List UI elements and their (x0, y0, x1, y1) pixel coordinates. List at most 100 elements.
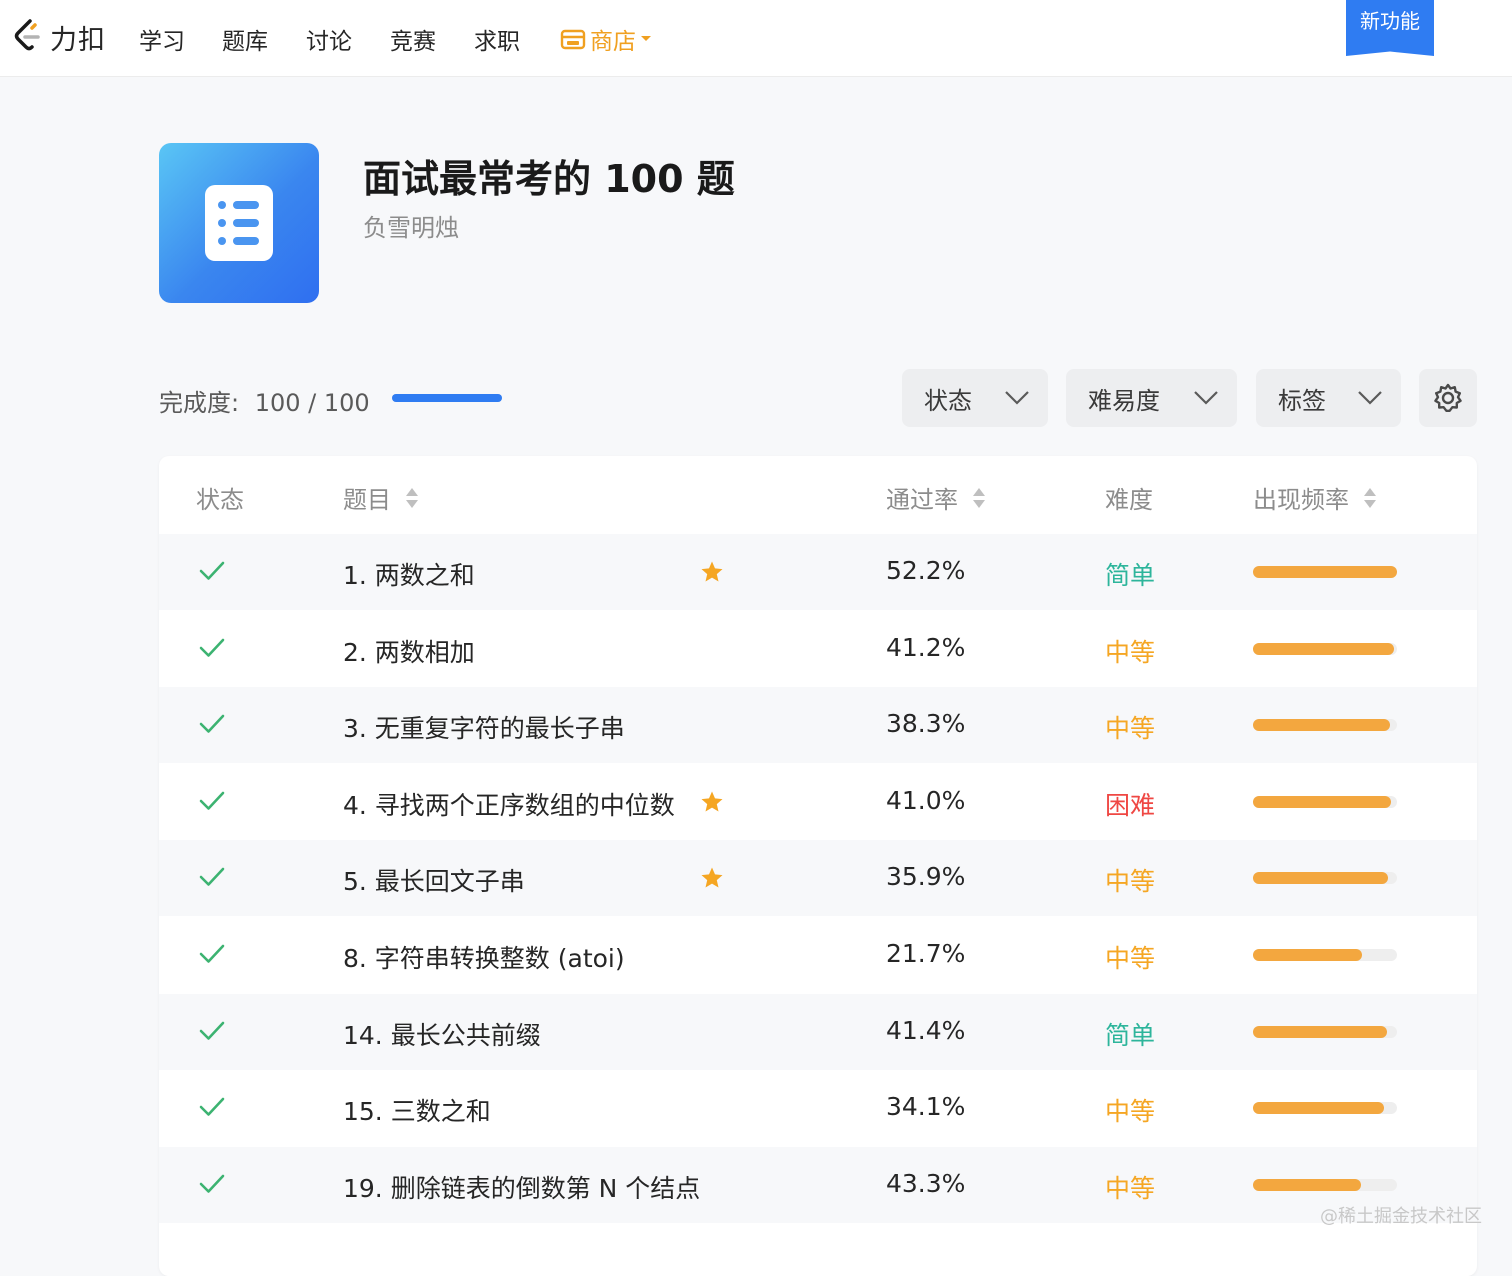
header-difficulty: 难度 (1105, 480, 1153, 515)
status-filter-label: 状态 (924, 386, 972, 415)
frequency-bar-fill (1253, 566, 1397, 578)
leetcode-logo-icon[interactable] (12, 18, 44, 54)
acceptance-rate: 52.2% (886, 556, 966, 585)
problem-title-link[interactable]: 4. 寻找两个正序数组的中位数 (343, 786, 675, 822)
completion-value: 100 / 100 (254, 389, 370, 417)
watermark: @稀土掘金技术社区 (1320, 1206, 1482, 1227)
table-row[interactable]: 1. 两数之和 52.2% 简单 (159, 534, 1477, 610)
acceptance-rate: 21.7% (886, 939, 966, 968)
nav-item-store[interactable]: 商店 (560, 22, 652, 56)
completion-progress-bar (392, 394, 502, 402)
frequency-bar-fill (1253, 949, 1363, 961)
frequency-bar-fill (1253, 1178, 1361, 1191)
table-row[interactable]: 15. 三数之和 34.1% 中等 (159, 1070, 1477, 1146)
caret-down-icon (641, 36, 651, 41)
settings-button[interactable] (1419, 369, 1477, 427)
brand-name[interactable]: 力扣 (50, 18, 106, 57)
frequency-bar-fill (1253, 872, 1389, 885)
frequency-bar (1253, 1178, 1397, 1191)
problem-table: 状态 题目 通过率 难度 出现频率 1. 两数之和 52.2% 简单 2. 两数相加 4… (159, 456, 1477, 1276)
sort-icon[interactable] (972, 486, 986, 510)
frequency-bar-fill (1253, 795, 1392, 808)
completion-label-text: 完成度: (159, 389, 240, 417)
frequency-bar (1253, 642, 1397, 655)
solved-check-icon (199, 637, 225, 663)
solved-check-icon (199, 1096, 225, 1122)
table-row[interactable]: 14. 最长公共前缀 41.4% 简单 (159, 993, 1477, 1070)
completion-label: 完成度: 100 / 100 (159, 383, 370, 418)
top-navigation: 力扣 学习 题库 讨论 竞赛 求职 商店 新功能 (0, 0, 1512, 77)
chevron-down-icon (1194, 391, 1218, 405)
header-title-label: 题目 (343, 486, 391, 514)
acceptance-rate: 38.3% (886, 709, 966, 739)
nav-item-discuss[interactable]: 讨论 (306, 22, 352, 56)
difficulty-filter-dropdown[interactable]: 难易度 (1066, 369, 1237, 427)
store-label: 商店 (590, 29, 636, 55)
solved-check-icon (199, 866, 225, 892)
header-acceptance-label: 通过率 (886, 486, 958, 514)
solved-check-icon (199, 560, 225, 586)
sort-icon[interactable] (1363, 486, 1377, 510)
nav-item-learn[interactable]: 学习 (139, 22, 185, 56)
table-row[interactable]: 8. 字符串转换整数 (atoi) 21.7% 中等 (159, 917, 1477, 993)
header-status-label: 状态 (196, 486, 244, 514)
difficulty-label: 中等 (1105, 1173, 1156, 1203)
tags-filter-label: 标签 (1278, 386, 1326, 415)
header-status: 状态 (196, 480, 244, 515)
header-frequency[interactable]: 出现频率 (1253, 480, 1377, 515)
sort-icon[interactable] (405, 486, 419, 510)
header-difficulty-label: 难度 (1105, 486, 1153, 514)
acceptance-rate: 35.9% (886, 862, 966, 892)
table-row[interactable]: 2. 两数相加 41.2% 中等 (159, 611, 1477, 687)
solved-check-icon (199, 713, 225, 739)
star-icon[interactable] (700, 790, 724, 818)
difficulty-label: 中等 (1105, 637, 1156, 667)
star-icon[interactable] (700, 560, 724, 588)
header-frequency-label: 出现频率 (1253, 486, 1349, 514)
difficulty-label: 简单 (1105, 561, 1156, 590)
header-acceptance[interactable]: 通过率 (886, 480, 986, 515)
problem-title-link[interactable]: 1. 两数之和 (343, 556, 475, 592)
difficulty-label: 简单 (1105, 1020, 1156, 1050)
difficulty-label: 中等 (1105, 714, 1156, 744)
difficulty-label: 中等 (1105, 944, 1156, 973)
problem-title-link[interactable]: 3. 无重复字符的最长子串 (343, 709, 625, 745)
chevron-down-icon (1358, 391, 1382, 405)
store-icon (560, 29, 586, 50)
problem-title-link[interactable]: 15. 三数之和 (343, 1092, 491, 1128)
table-row[interactable]: 19. 删除链表的倒数第 N 个结点 43.3% 中等 (159, 1146, 1477, 1223)
table-row[interactable]: 4. 寻找两个正序数组的中位数 41.0% 困难 (159, 764, 1477, 840)
table-row[interactable]: 5. 最长回文子串 35.9% 中等 (159, 840, 1477, 917)
tags-filter-dropdown[interactable]: 标签 (1256, 369, 1401, 427)
frequency-bar-fill (1253, 1102, 1385, 1115)
acceptance-rate: 41.2% (886, 632, 966, 662)
star-icon[interactable] (700, 866, 724, 894)
header-title[interactable]: 题目 (343, 480, 419, 515)
problem-title-link[interactable]: 14. 最长公共前缀 (343, 1016, 541, 1052)
problem-title-link[interactable]: 8. 字符串转换整数 (atoi) (343, 939, 625, 975)
list-title: 面试最常考的 100 题 (363, 157, 735, 201)
table-row[interactable]: 3. 无重复字符的最长子串 38.3% 中等 (159, 687, 1477, 764)
frequency-bar (1253, 566, 1397, 578)
solved-check-icon (199, 1173, 225, 1199)
problem-title-link[interactable]: 19. 删除链表的倒数第 N 个结点 (343, 1169, 700, 1205)
difficulty-label: 困难 (1105, 790, 1156, 820)
problem-title-link[interactable]: 2. 两数相加 (343, 633, 475, 669)
solved-check-icon (199, 790, 225, 816)
list-doc-icon (205, 185, 273, 261)
solved-check-icon (199, 1020, 225, 1046)
nav-item-problems[interactable]: 题库 (222, 22, 268, 56)
new-feature-badge[interactable]: 新功能 (1346, 0, 1434, 56)
gear-icon (1434, 383, 1462, 412)
frequency-bar (1253, 795, 1397, 808)
table-header: 状态 题目 通过率 难度 出现频率 (159, 456, 1477, 535)
frequency-bar (1253, 1102, 1397, 1115)
list-author[interactable]: 负雪明烛 (363, 208, 459, 243)
status-filter-dropdown[interactable]: 状态 (902, 369, 1048, 427)
chevron-down-icon (1005, 391, 1029, 405)
problem-title-link[interactable]: 5. 最长回文子串 (343, 862, 525, 898)
nav-item-contest[interactable]: 竞赛 (390, 22, 436, 56)
acceptance-rate: 43.3% (886, 1168, 966, 1198)
difficulty-label: 中等 (1105, 867, 1156, 897)
nav-item-jobs[interactable]: 求职 (474, 22, 520, 56)
